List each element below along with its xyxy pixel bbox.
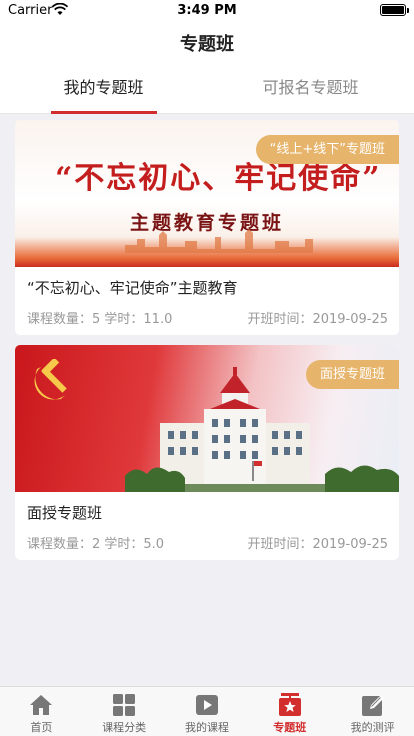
tab-available-classes[interactable]: 可报名专题班	[207, 64, 414, 114]
grid-icon	[113, 694, 136, 716]
home-icon	[30, 695, 53, 715]
course-title: “不忘初心、牢记使命”主题教育	[27, 279, 238, 297]
tabbar-item-my-assessments[interactable]: 我的测评	[331, 687, 414, 736]
segment-tabs: 我的专题班 可报名专题班	[0, 64, 414, 114]
course-card[interactable]: 面授专题班 面授专题班 课程数量：2 学时：5.0 开班时间：2019-09-2…	[15, 345, 399, 560]
tabbar-item-categories[interactable]: 课程分类	[83, 687, 166, 736]
class-type-badge: “线上+线下”专题班	[255, 135, 399, 164]
course-banner-image: “不忘初心、牢记使命” 主题教育专题班 “线上+线下”专题班	[15, 120, 399, 267]
course-card[interactable]: “不忘初心、牢记使命” 主题教育专题班 “线上+线下”专题班 “不忘初心、牢记使…	[15, 120, 399, 335]
city-skyline-icon	[125, 229, 313, 253]
tabbar-label: 专题班	[273, 721, 307, 734]
tabbar-item-special-classes[interactable]: 专题班	[248, 687, 331, 736]
hammer-sickle-icon	[34, 359, 67, 400]
tabbar-item-home[interactable]: 首页	[0, 687, 83, 736]
course-title: 面授专题班	[27, 504, 103, 522]
navigation-bar: 专题班	[0, 20, 414, 64]
trees-icon	[125, 465, 399, 492]
bottom-tab-bar: 首页 课程分类 我的课程 专题班 我的测评	[0, 686, 414, 736]
tab-my-classes-label: 我的专题班	[63, 78, 144, 97]
tabbar-label: 我的测评	[350, 721, 395, 734]
battery-icon	[380, 4, 409, 16]
start-date: 开班时间：2019-09-25	[247, 537, 388, 552]
page-title: 专题班	[180, 34, 234, 55]
tabbar-item-my-courses[interactable]: 我的课程	[166, 687, 249, 736]
active-tab-indicator	[50, 111, 157, 114]
course-banner-image: 面授专题班	[15, 345, 399, 492]
class-type-badge: 面授专题班	[305, 360, 399, 389]
tabbar-label: 课程分类	[102, 721, 147, 734]
tab-my-classes[interactable]: 我的专题班	[0, 64, 207, 114]
status-bar: Carrier 3:49 PM	[0, 0, 414, 20]
tabbar-label: 我的课程	[184, 721, 229, 734]
star-badge-icon	[278, 693, 301, 716]
clock: 3:49 PM	[177, 3, 237, 18]
tabbar-label: 首页	[30, 721, 53, 734]
edit-note-icon	[361, 695, 384, 716]
start-date: 开班时间：2019-09-25	[247, 312, 388, 327]
course-stats: 课程数量：5 学时：11.0	[27, 312, 173, 327]
tab-available-classes-label: 可报名专题班	[262, 78, 359, 97]
play-icon	[195, 695, 218, 715]
course-stats: 课程数量：2 学时：5.0	[27, 537, 165, 552]
